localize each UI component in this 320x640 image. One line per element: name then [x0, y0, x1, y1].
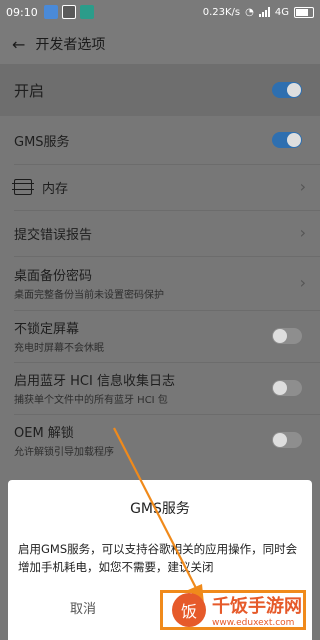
chevron-right-icon: › — [299, 223, 306, 242]
signal-icon — [258, 7, 270, 17]
status-right: 0.23K/s ◔ 4G — [203, 0, 314, 24]
image-notification-icon — [61, 5, 76, 19]
backup-password-label: 桌面备份密码 — [14, 269, 93, 284]
backup-password-row[interactable]: 桌面备份密码 桌面完整备份当前未设置密码保护 › — [0, 256, 320, 310]
chevron-right-icon: › — [299, 177, 306, 196]
memory-label: 内存 — [42, 181, 69, 197]
chevron-right-icon: › — [299, 273, 306, 292]
gms-label: GMS服务 — [14, 134, 70, 150]
app-bar: ← 开发者选项 — [0, 24, 320, 64]
stay-awake-label: 不锁定屏幕 — [14, 322, 80, 337]
master-toggle[interactable] — [272, 82, 302, 98]
bug-report-row[interactable]: 提交错误报告 › — [0, 210, 320, 256]
oem-unlock-label: OEM 解锁 — [14, 426, 74, 441]
status-time: 09:10 — [6, 5, 38, 19]
notification-icons — [43, 5, 94, 19]
dialog-message: 启用GMS服务，可以支持谷歌相关的应用操作，同时会增加手机耗电，如您不需要，建议… — [18, 542, 298, 574]
dialog-title: GMS服务 — [130, 501, 190, 517]
master-switch-label: 开启 — [14, 81, 45, 100]
watermark-url: www.eduxext.com — [212, 618, 295, 628]
network-speed: 0.23K/s — [202, 6, 241, 18]
oem-unlock-row[interactable]: OEM 解锁 允许解锁引导加载程序 — [0, 414, 320, 466]
back-arrow-icon[interactable]: ← — [12, 35, 25, 54]
backup-password-summary: 桌面完整备份当前未设置密码保护 — [14, 290, 164, 301]
wifi-icon: ◔ — [245, 6, 254, 18]
watermark-logo-icon: 饭 — [172, 593, 206, 627]
gms-row[interactable]: GMS服务 — [0, 116, 320, 164]
bluetooth-hci-row[interactable]: 启用蓝牙 HCI 信息收集日志 捕获单个文件中的所有蓝牙 HCI 包 — [0, 362, 320, 414]
battery-icon — [294, 6, 314, 18]
stay-awake-row[interactable]: 不锁定屏幕 充电时屏幕不会休眠 — [0, 310, 320, 362]
scan-notification-icon — [79, 5, 94, 19]
chip-icon — [12, 179, 34, 195]
bluetooth-hci-toggle[interactable] — [272, 380, 302, 396]
oem-unlock-summary: 允许解锁引导加载程序 — [14, 447, 114, 458]
page-title: 开发者选项 — [35, 37, 106, 53]
bluetooth-hci-summary: 捕获单个文件中的所有蓝牙 HCI 包 — [14, 395, 168, 406]
memory-row[interactable]: 内存 › — [0, 164, 320, 210]
stay-awake-toggle[interactable] — [272, 328, 302, 344]
cancel-button[interactable]: 取消 — [8, 598, 158, 617]
oem-unlock-toggle[interactable] — [272, 432, 302, 448]
master-switch-row[interactable]: 开启 — [0, 64, 320, 116]
watermark: 饭 千饭手游网 www.eduxext.com — [172, 586, 312, 634]
bluetooth-hci-label: 启用蓝牙 HCI 信息收集日志 — [14, 374, 175, 389]
bug-report-label: 提交错误报告 — [14, 227, 93, 243]
status-bar: 09:10 0.23K/s ◔ 4G — [0, 0, 320, 24]
gms-toggle[interactable] — [272, 132, 302, 148]
network-type: 4G — [274, 6, 289, 18]
watermark-brand: 千饭手游网 — [212, 596, 302, 617]
app-notification-icon — [43, 5, 58, 19]
stay-awake-summary: 充电时屏幕不会休眠 — [14, 343, 104, 354]
